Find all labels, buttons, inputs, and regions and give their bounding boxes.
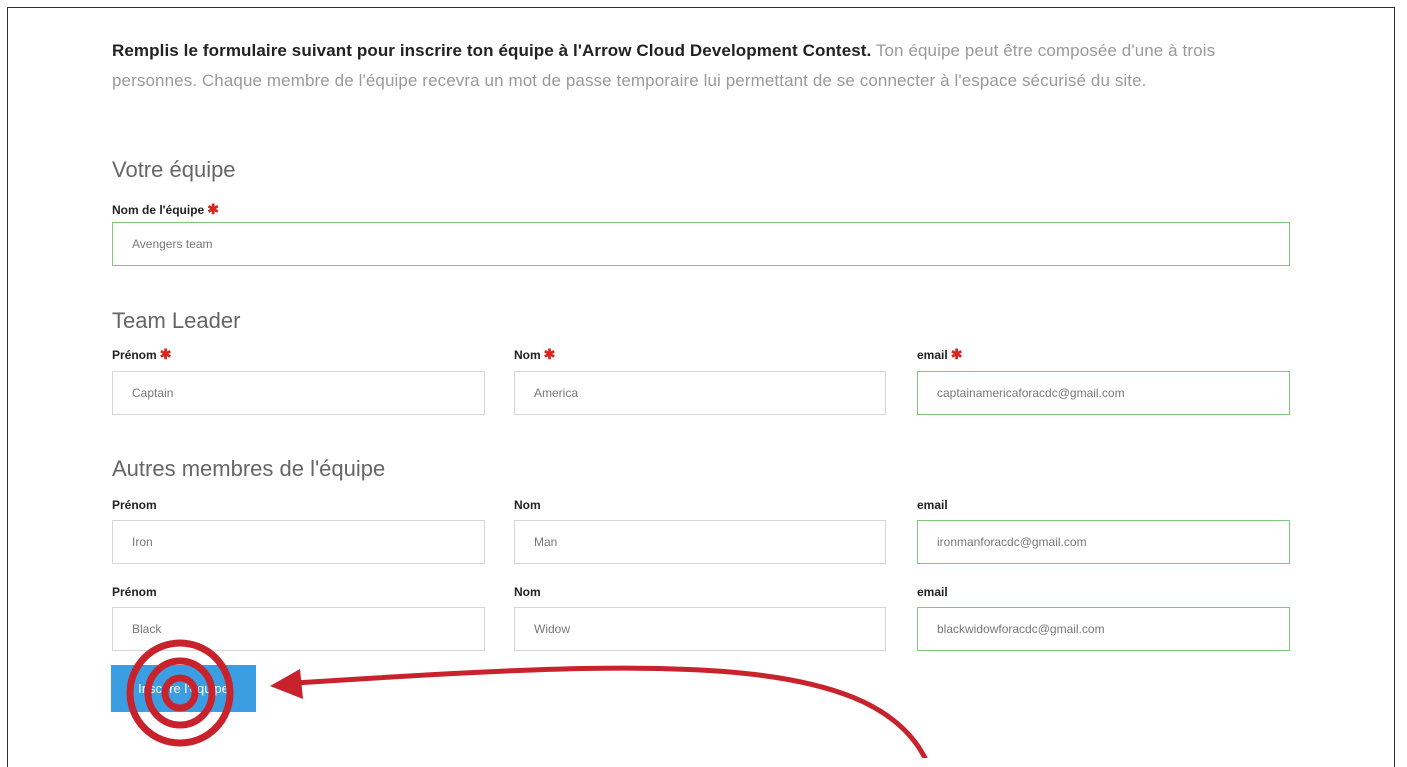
team-name-label: Nom de l'équipe ✱ (112, 201, 219, 217)
member1-lastname-label: Nom (514, 498, 541, 512)
member2-lastname-label: Nom (514, 585, 541, 599)
intro-bold-text: Remplis le formulaire suivant pour inscr… (112, 41, 872, 60)
required-marker-icon: ✱ (543, 346, 556, 362)
leader-section-title: Team Leader (112, 308, 241, 333)
member1-lastname-field[interactable] (514, 520, 886, 564)
intro-text: Remplis le formulaire suivant pour inscr… (112, 36, 1282, 96)
member2-firstname-field[interactable] (112, 607, 485, 651)
member2-lastname-field[interactable] (514, 607, 886, 651)
leader-lastname-label: Nom ✱ (514, 346, 556, 362)
member2-email-label: email (917, 585, 948, 599)
submit-team-button[interactable]: Inscrire l'équipe (111, 665, 256, 712)
leader-firstname-field[interactable] (112, 371, 485, 415)
member1-email-field[interactable] (917, 520, 1290, 564)
leader-email-label: email ✱ (917, 346, 963, 362)
required-marker-icon: ✱ (950, 346, 963, 362)
team-name-field[interactable] (112, 222, 1290, 266)
team-section-title: Votre équipe (112, 157, 236, 182)
member1-email-label: email (917, 498, 948, 512)
required-marker-icon: ✱ (207, 201, 219, 217)
required-marker-icon: ✱ (159, 346, 172, 362)
leader-firstname-label: Prénom ✱ (112, 346, 172, 362)
member1-firstname-field[interactable] (112, 520, 485, 564)
leader-email-field[interactable] (917, 371, 1290, 415)
member2-email-field[interactable] (917, 607, 1290, 651)
member1-firstname-label: Prénom (112, 498, 157, 512)
members-section-title: Autres membres de l'équipe (112, 456, 386, 481)
member2-firstname-label: Prénom (112, 585, 157, 599)
leader-lastname-field[interactable] (514, 371, 886, 415)
